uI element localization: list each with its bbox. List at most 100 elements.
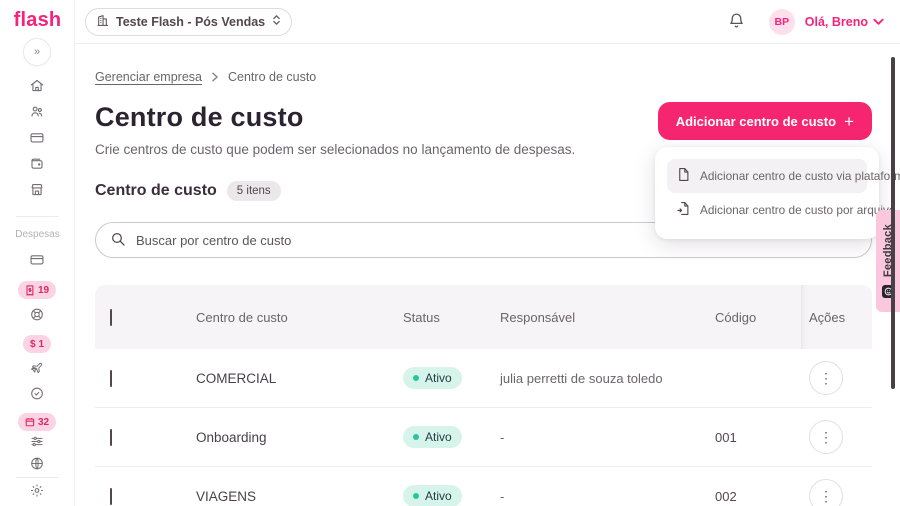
app-window: flash » Despesas 19 $1 32 Teste Flash - … (0, 0, 900, 506)
document-icon (676, 167, 691, 185)
sidebar-item-settings[interactable] (30, 483, 45, 503)
status-cell: Ativo (403, 426, 500, 448)
sidebar: flash » Despesas 19 $1 32 (0, 0, 75, 506)
document-upload-icon (676, 201, 691, 219)
column-header: Status (403, 309, 440, 325)
sidebar-item-travel[interactable] (30, 360, 45, 380)
sidebar-expand-button[interactable]: » (23, 38, 51, 66)
dollar-icon: $ (29, 338, 36, 350)
column-header: Código (715, 309, 757, 325)
home-icon (30, 78, 45, 98)
status-badge: Ativo (425, 489, 452, 503)
breadcrumb-parent-link[interactable]: Gerenciar empresa (95, 70, 202, 84)
updown-chevron-icon (272, 14, 281, 29)
sidebar-item-global[interactable] (30, 456, 45, 476)
company-selector[interactable]: Teste Flash - Pós Vendas (85, 7, 293, 36)
sidebar-item-wallet[interactable] (30, 156, 45, 176)
cost-center-code: 001 (715, 429, 737, 445)
bell-icon (728, 12, 745, 32)
cost-center-name: Onboarding (196, 429, 267, 445)
sidebar-item-money-badge[interactable]: $1 (22, 335, 52, 353)
notifications-button[interactable] (728, 12, 745, 32)
avatar[interactable]: BP (768, 8, 795, 35)
status-dot-icon (413, 434, 419, 440)
topbar: Teste Flash - Pós Vendas BP Olá, Breno (75, 0, 900, 44)
sidebar-divider (16, 477, 59, 478)
sidebar-item-approvals[interactable] (30, 386, 45, 406)
search-icon (110, 231, 126, 252)
row-actions-button[interactable]: ⋮ (809, 479, 843, 506)
header-checkbox-cell (95, 308, 196, 326)
user-menu[interactable]: Olá, Breno (805, 15, 884, 29)
vertical-scrollbar[interactable] (891, 57, 895, 389)
table-row: Onboarding Ativo - 001 ⋮ (95, 408, 872, 467)
credit-card-icon (30, 130, 45, 150)
gear-icon (30, 483, 45, 503)
items-count-badge: 5 itens (226, 181, 281, 201)
company-name: Teste Flash - Pós Vendas (116, 14, 266, 29)
plus-icon: + (844, 111, 854, 131)
sidebar-divider (16, 216, 59, 217)
add-cost-center-button[interactable]: Adicionar centro de custo + (657, 102, 872, 140)
row-checkbox[interactable] (110, 369, 112, 387)
table-row: VIAGENS Ativo - 002 ⋮ (95, 467, 872, 506)
flash-logo: flash (13, 9, 62, 31)
chevron-down-icon (873, 15, 884, 29)
select-all-checkbox[interactable] (110, 308, 112, 326)
sidebar-item-expense-cards[interactable] (30, 252, 45, 272)
cost-center-name: VIAGENS (196, 488, 257, 504)
row-checkbox[interactable] (110, 487, 112, 505)
status-badge: Ativo (425, 430, 452, 444)
sidebar-item-cards[interactable] (30, 130, 45, 150)
kebab-icon: ⋮ (819, 369, 833, 386)
row-actions-button[interactable]: ⋮ (809, 420, 843, 454)
feedback-tab[interactable]: Feedback (876, 210, 900, 312)
responsible-name: - (500, 429, 505, 445)
breadcrumb: Gerenciar empresa Centro de custo (95, 70, 872, 84)
row-checkbox-cell (95, 369, 196, 387)
badge-count: 19 (37, 284, 50, 296)
menu-item-via-plataforma[interactable]: Adicionar centro de custo via plataforma (667, 159, 900, 193)
sidebar-item-people[interactable] (30, 104, 45, 124)
status-cell: Ativo (403, 367, 500, 389)
row-actions-cell: ⋮ (801, 420, 872, 454)
sidebar-item-home[interactable] (30, 78, 45, 98)
row-checkbox-cell (95, 428, 196, 446)
menu-item-label: Adicionar centro de custo via plataforma (700, 169, 900, 183)
row-checkbox-cell (95, 487, 196, 505)
row-actions-button[interactable]: ⋮ (809, 361, 843, 395)
column-header: Centro de custo (196, 309, 288, 325)
topbar-right: BP Olá, Breno (728, 8, 884, 35)
cost-center-table: Centro de custo Status Responsável Códig… (95, 285, 872, 506)
badge-count: 32 (37, 416, 50, 428)
plane-icon (30, 360, 45, 380)
row-actions-cell: ⋮ (801, 479, 872, 506)
status-dot-icon (413, 493, 419, 499)
add-cost-center-menu: Adicionar centro de custo via plataforma… (655, 147, 900, 239)
calendar-icon (25, 417, 35, 427)
credit-card-icon (30, 252, 45, 272)
kebab-icon: ⋮ (819, 428, 833, 445)
row-checkbox[interactable] (110, 428, 112, 446)
status-badge: Ativo (425, 371, 452, 385)
row-actions-cell: ⋮ (801, 361, 872, 395)
column-header-actions: Ações (801, 285, 872, 349)
sidebar-section-label: Despesas (15, 229, 60, 240)
responsible-name: julia perretti de souza toledo (500, 370, 663, 386)
sidebar-item-receipts-badge[interactable]: 19 (17, 281, 57, 299)
cost-center-code: 002 (715, 488, 737, 504)
sidebar-item-help[interactable] (30, 307, 45, 327)
column-header: Responsável (500, 309, 576, 325)
greeting-text: Olá, Breno (804, 14, 868, 29)
receipt-icon (25, 284, 35, 296)
sidebar-item-calendar-badge[interactable]: 32 (17, 413, 57, 431)
status-dot-icon (413, 375, 419, 381)
globe-icon (30, 456, 45, 476)
table-row: COMERCIAL Ativo julia perretti de souza … (95, 349, 872, 408)
sliders-icon (30, 434, 45, 454)
badge-count: 1 (38, 338, 45, 350)
sidebar-item-store[interactable] (30, 182, 45, 202)
users-icon (30, 104, 45, 124)
menu-item-por-arquivo[interactable]: Adicionar centro de custo por arquivo (667, 193, 895, 227)
sidebar-item-preferences[interactable] (30, 434, 45, 454)
